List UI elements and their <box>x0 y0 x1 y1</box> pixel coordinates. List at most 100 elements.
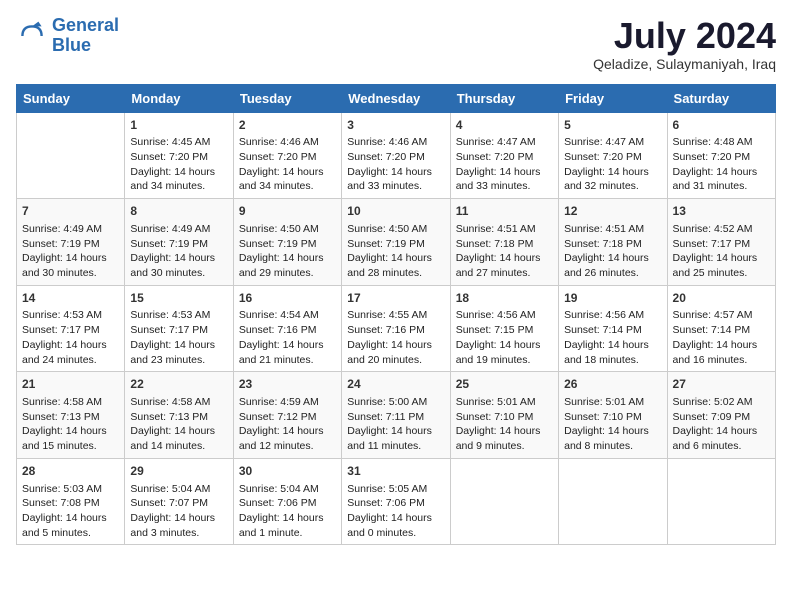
calendar-cell: 1Sunrise: 4:45 AMSunset: 7:20 PMDaylight… <box>125 112 233 199</box>
calendar-week-3: 14Sunrise: 4:53 AMSunset: 7:17 PMDayligh… <box>17 285 776 372</box>
day-info: Sunrise: 4:58 AMSunset: 7:13 PMDaylight:… <box>130 395 227 454</box>
calendar-table: SundayMondayTuesdayWednesdayThursdayFrid… <box>16 84 776 546</box>
logo-line2: Blue <box>52 35 91 55</box>
calendar-cell: 7 Sunrise: 4:49 AMSunset: 7:19 PMDaylight… <box>17 199 125 286</box>
weekday-header-monday: Monday <box>125 84 233 112</box>
calendar-cell <box>450 458 558 545</box>
day-info: Sunrise: 5:01 AMSunset: 7:10 PMDaylight:… <box>456 395 553 454</box>
day-number: 4 <box>456 117 553 134</box>
day-number: 7 <box>22 203 119 220</box>
day-info: Sunrise: 4:55 AMSunset: 7:16 PMDaylight:… <box>347 308 444 367</box>
day-info: Sunrise: 5:04 AMSunset: 7:07 PMDaylight:… <box>130 482 227 541</box>
day-info: Sunrise: 4:54 AMSunset: 7:16 PMDaylight:… <box>239 308 336 367</box>
day-info: Sunrise: 4:52 AMSunset: 7:17 PMDaylight:… <box>673 222 770 281</box>
day-number: 6 <box>673 117 770 134</box>
day-info: Sunrise: 4:50 AMSunset: 7:19 PMDaylight:… <box>347 222 444 281</box>
day-number: 19 <box>564 290 661 307</box>
day-info: Sunrise: 5:05 AMSunset: 7:06 PMDaylight:… <box>347 482 444 541</box>
calendar-week-1: 1Sunrise: 4:45 AMSunset: 7:20 PMDaylight… <box>17 112 776 199</box>
logo-text: General Blue <box>52 16 119 56</box>
month-title: July 2024 <box>593 16 776 56</box>
day-number: 5 <box>564 117 661 134</box>
day-info: Sunrise: 4:47 AMSunset: 7:20 PMDaylight:… <box>564 135 661 194</box>
day-number: 8 <box>130 203 227 220</box>
day-info: Sunrise: 4:50 AMSunset: 7:19 PMDaylight:… <box>239 222 336 281</box>
day-number: 2 <box>239 117 336 134</box>
calendar-week-4: 21Sunrise: 4:58 AMSunset: 7:13 PMDayligh… <box>17 372 776 459</box>
calendar-cell <box>559 458 667 545</box>
day-info: Sunrise: 4:53 AMSunset: 7:17 PMDaylight:… <box>130 308 227 367</box>
title-block: July 2024 Qeladize, Sulaymaniyah, Iraq <box>593 16 776 72</box>
day-info: Sunrise: 4:59 AMSunset: 7:12 PMDaylight:… <box>239 395 336 454</box>
calendar-cell: 9Sunrise: 4:50 AMSunset: 7:19 PMDaylight… <box>233 199 341 286</box>
calendar-cell: 3Sunrise: 4:46 AMSunset: 7:20 PMDaylight… <box>342 112 450 199</box>
calendar-cell: 28 Sunrise: 5:03 AMSunset: 7:08 PMDayligh… <box>17 458 125 545</box>
calendar-cell: 11Sunrise: 4:51 AMSunset: 7:18 PMDayligh… <box>450 199 558 286</box>
weekday-header-wednesday: Wednesday <box>342 84 450 112</box>
calendar-cell: 10 Sunrise: 4:50 AMSunset: 7:19 PMDayligh… <box>342 199 450 286</box>
day-info: Sunrise: 5:00 AMSunset: 7:11 PMDaylight:… <box>347 395 444 454</box>
day-number: 17 <box>347 290 444 307</box>
calendar-cell: 17Sunrise: 4:55 AMSunset: 7:16 PMDayligh… <box>342 285 450 372</box>
weekday-header-friday: Friday <box>559 84 667 112</box>
day-info: Sunrise: 4:46 AMSunset: 7:20 PMDaylight:… <box>347 135 444 194</box>
calendar-cell: 22 Sunrise: 4:58 AMSunset: 7:13 PMDayligh… <box>125 372 233 459</box>
calendar-cell: 13 Sunrise: 4:52 AMSunset: 7:17 PMDayligh… <box>667 199 775 286</box>
calendar-cell: 6Sunrise: 4:48 AMSunset: 7:20 PMDaylight… <box>667 112 775 199</box>
day-number: 27 <box>673 376 770 393</box>
calendar-cell: 25 Sunrise: 5:01 AMSunset: 7:10 PMDayligh… <box>450 372 558 459</box>
calendar-cell: 24 Sunrise: 5:00 AMSunset: 7:11 PMDayligh… <box>342 372 450 459</box>
calendar-cell: 30Sunrise: 5:04 AMSunset: 7:06 PMDayligh… <box>233 458 341 545</box>
day-number: 30 <box>239 463 336 480</box>
location: Qeladize, Sulaymaniyah, Iraq <box>593 56 776 72</box>
calendar-cell: 23 Sunrise: 4:59 AMSunset: 7:12 PMDayligh… <box>233 372 341 459</box>
day-number: 26 <box>564 376 661 393</box>
day-number: 20 <box>673 290 770 307</box>
calendar-cell: 21Sunrise: 4:58 AMSunset: 7:13 PMDayligh… <box>17 372 125 459</box>
calendar-cell: 20Sunrise: 4:57 AMSunset: 7:14 PMDayligh… <box>667 285 775 372</box>
day-info: Sunrise: 5:02 AMSunset: 7:09 PMDaylight:… <box>673 395 770 454</box>
day-number: 16 <box>239 290 336 307</box>
day-number: 24 <box>347 376 444 393</box>
calendar-cell: 29 Sunrise: 5:04 AMSunset: 7:07 PMDayligh… <box>125 458 233 545</box>
day-number: 13 <box>673 203 770 220</box>
weekday-header-thursday: Thursday <box>450 84 558 112</box>
day-info: Sunrise: 4:57 AMSunset: 7:14 PMDaylight:… <box>673 308 770 367</box>
day-number: 1 <box>130 117 227 134</box>
day-number: 10 <box>347 203 444 220</box>
day-info: Sunrise: 4:56 AMSunset: 7:15 PMDaylight:… <box>456 308 553 367</box>
day-number: 12 <box>564 203 661 220</box>
day-info: Sunrise: 5:03 AMSunset: 7:08 PMDaylight:… <box>22 482 119 541</box>
calendar-cell: 15Sunrise: 4:53 AMSunset: 7:17 PMDayligh… <box>125 285 233 372</box>
day-info: Sunrise: 4:46 AMSunset: 7:20 PMDaylight:… <box>239 135 336 194</box>
weekday-header-sunday: Sunday <box>17 84 125 112</box>
page-header: General Blue July 2024 Qeladize, Sulayma… <box>16 16 776 72</box>
logo: General Blue <box>16 16 119 56</box>
day-info: Sunrise: 4:58 AMSunset: 7:13 PMDaylight:… <box>22 395 119 454</box>
logo-line1: General <box>52 15 119 35</box>
day-number: 18 <box>456 290 553 307</box>
day-number: 3 <box>347 117 444 134</box>
day-number: 23 <box>239 376 336 393</box>
day-number: 22 <box>130 376 227 393</box>
day-number: 29 <box>130 463 227 480</box>
calendar-cell <box>17 112 125 199</box>
calendar-cell: 12 Sunrise: 4:51 AMSunset: 7:18 PMDayligh… <box>559 199 667 286</box>
calendar-cell: 4Sunrise: 4:47 AMSunset: 7:20 PMDaylight… <box>450 112 558 199</box>
calendar-cell: 2Sunrise: 4:46 AMSunset: 7:20 PMDaylight… <box>233 112 341 199</box>
calendar-cell: 19Sunrise: 4:56 AMSunset: 7:14 PMDayligh… <box>559 285 667 372</box>
weekday-header-row: SundayMondayTuesdayWednesdayThursdayFrid… <box>17 84 776 112</box>
calendar-cell: 27 Sunrise: 5:02 AMSunset: 7:09 PMDayligh… <box>667 372 775 459</box>
day-info: Sunrise: 4:51 AMSunset: 7:18 PMDaylight:… <box>564 222 661 281</box>
day-info: Sunrise: 4:49 AMSunset: 7:19 PMDaylight:… <box>22 222 119 281</box>
calendar-cell: 16Sunrise: 4:54 AMSunset: 7:16 PMDayligh… <box>233 285 341 372</box>
day-info: Sunrise: 4:49 AMSunset: 7:19 PMDaylight:… <box>130 222 227 281</box>
day-number: 11 <box>456 203 553 220</box>
day-info: Sunrise: 4:53 AMSunset: 7:17 PMDaylight:… <box>22 308 119 367</box>
day-number: 25 <box>456 376 553 393</box>
calendar-cell: 26Sunrise: 5:01 AMSunset: 7:10 PMDayligh… <box>559 372 667 459</box>
day-number: 28 <box>22 463 119 480</box>
calendar-cell: 18Sunrise: 4:56 AMSunset: 7:15 PMDayligh… <box>450 285 558 372</box>
day-info: Sunrise: 4:45 AMSunset: 7:20 PMDaylight:… <box>130 135 227 194</box>
weekday-header-saturday: Saturday <box>667 84 775 112</box>
